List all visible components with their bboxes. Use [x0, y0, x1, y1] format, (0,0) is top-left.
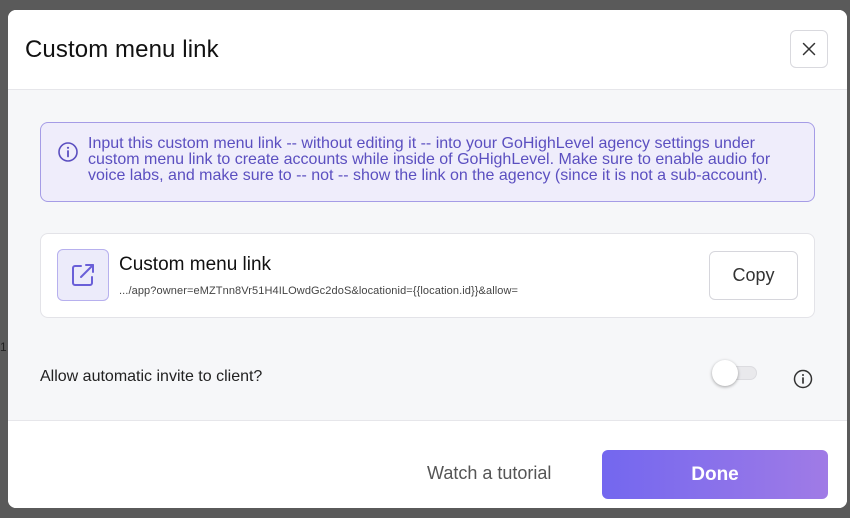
modal-title: Custom menu link — [25, 36, 219, 63]
invite-toggle-label: Allow automatic invite to client? — [40, 368, 263, 385]
info-circle-icon[interactable] — [792, 368, 814, 390]
info-circle-icon — [58, 142, 78, 162]
watch-tutorial-link[interactable]: Watch a tutorial — [427, 463, 551, 484]
backdrop-text: 1 — [0, 340, 7, 354]
toggle-knob — [712, 360, 738, 386]
auto-invite-toggle[interactable] — [712, 360, 758, 386]
copy-button[interactable]: Copy — [709, 251, 798, 300]
done-button[interactable]: Done — [602, 450, 828, 499]
close-icon — [802, 42, 816, 56]
link-title: Custom menu link — [119, 254, 272, 275]
info-callout: Input this custom menu link -- without e… — [40, 122, 815, 202]
link-icon-box — [57, 249, 109, 301]
link-url: .../app?owner=eMZTnn8Vr51H4ILOwdGc2doS&l… — [119, 285, 519, 297]
info-text: Input this custom menu link -- without e… — [88, 135, 771, 184]
modal-footer: Watch a tutorial Done — [8, 420, 847, 508]
close-button[interactable] — [790, 30, 828, 68]
external-link-icon — [72, 264, 94, 286]
custom-menu-link-modal: Custom menu link Input this custom menu … — [8, 10, 847, 508]
modal-header: Custom menu link — [8, 10, 847, 90]
modal-body: Input this custom menu link -- without e… — [8, 90, 847, 420]
custom-link-card: Custom menu link .../app?owner=eMZTnn8Vr… — [40, 233, 815, 318]
